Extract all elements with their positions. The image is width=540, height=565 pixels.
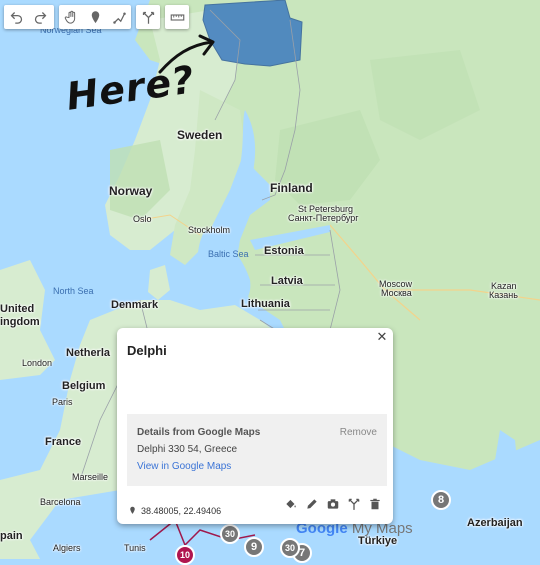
country-label-netherlands: Netherla bbox=[66, 347, 111, 359]
select-hand-button[interactable] bbox=[59, 5, 83, 29]
country-label-denmark: Denmark bbox=[111, 299, 159, 311]
details-panel: Details from Google Maps Remove Delphi 3… bbox=[127, 414, 387, 486]
country-label-latvia: Latvia bbox=[271, 275, 303, 287]
camera-icon bbox=[327, 499, 339, 509]
country-label-spain: pain bbox=[0, 530, 23, 542]
map-cluster-pin[interactable]: 9 bbox=[244, 537, 264, 557]
undo-icon bbox=[10, 11, 22, 24]
add-marker-button[interactable] bbox=[83, 5, 107, 29]
country-label-united-2: ingdom bbox=[0, 316, 40, 328]
country-label-lithuania: Lithuania bbox=[241, 298, 290, 310]
delete-button[interactable] bbox=[367, 496, 383, 512]
add-photo-button[interactable] bbox=[325, 496, 341, 512]
city-label-paris: Paris bbox=[52, 397, 73, 407]
city-label-stockholm: Stockholm bbox=[188, 225, 231, 235]
country-label-norway: Norway bbox=[109, 184, 153, 198]
country-label-belgium: Belgium bbox=[62, 380, 106, 392]
directions-button[interactable] bbox=[346, 496, 362, 512]
undo-button[interactable] bbox=[4, 5, 28, 29]
remove-details-button[interactable]: Remove bbox=[340, 427, 377, 438]
close-button[interactable]: ✕ bbox=[375, 330, 389, 344]
city-label-oslo: Oslo bbox=[133, 214, 152, 224]
card-actions bbox=[283, 496, 383, 512]
country-label-sweden: Sweden bbox=[177, 128, 223, 142]
ruler-icon bbox=[170, 13, 184, 21]
draw-line-button[interactable] bbox=[107, 5, 131, 29]
draw-line-icon bbox=[112, 12, 126, 24]
directions-icon bbox=[348, 498, 360, 510]
city-label-tunis: Tunis bbox=[124, 543, 146, 553]
sea-label-baltic: Baltic Sea bbox=[208, 249, 249, 259]
location-pin-icon bbox=[130, 506, 135, 514]
history-toolbar bbox=[4, 5, 54, 29]
sea-label-north: North Sea bbox=[53, 286, 94, 296]
style-button[interactable] bbox=[283, 496, 299, 512]
measure-button[interactable] bbox=[165, 5, 189, 29]
city-label-st-petersburg-ru: Санкт-Петербург bbox=[288, 213, 359, 223]
view-in-google-maps-link[interactable]: View in Google Maps bbox=[137, 461, 231, 472]
directions-icon bbox=[142, 11, 154, 24]
redo-button[interactable] bbox=[28, 5, 52, 29]
place-address: Delphi 330 54, Greece bbox=[137, 444, 238, 455]
map-cluster-pin[interactable]: 10 bbox=[175, 545, 195, 565]
redo-icon bbox=[34, 11, 46, 24]
edit-icon bbox=[307, 499, 317, 509]
details-heading: Details from Google Maps bbox=[137, 427, 261, 438]
map-cluster-pin[interactable]: 30 bbox=[280, 538, 300, 558]
paint-bucket-icon bbox=[286, 499, 296, 509]
marker-icon bbox=[91, 10, 99, 23]
place-title: Delphi bbox=[127, 343, 167, 358]
coordinates-text: 38.48005, 22.49406 bbox=[141, 505, 222, 516]
city-label-marseille: Marseille bbox=[72, 472, 109, 482]
city-label-london: London bbox=[22, 358, 53, 368]
country-label-azerbaijan: Azerbaijan bbox=[467, 517, 523, 529]
country-label-france: France bbox=[45, 436, 82, 448]
city-label-algiers: Algiers bbox=[53, 543, 81, 553]
city-label-barcelona: Barcelona bbox=[40, 497, 81, 507]
directions-toolbar bbox=[136, 5, 160, 29]
map-cluster-pin[interactable]: 30 bbox=[220, 524, 240, 544]
delete-icon bbox=[370, 498, 380, 510]
country-label-finland: Finland bbox=[270, 181, 313, 195]
map-cluster-pin[interactable]: 8 bbox=[431, 490, 451, 510]
add-directions-button[interactable] bbox=[136, 5, 160, 29]
city-label-kazan-ru: Казань bbox=[489, 290, 518, 300]
place-info-card: ✕ Delphi Details from Google Maps Remove… bbox=[117, 328, 393, 524]
tools-toolbar bbox=[59, 5, 131, 29]
city-label-moscow-ru: Москва bbox=[381, 288, 412, 298]
edit-button[interactable] bbox=[304, 496, 320, 512]
ruler-toolbar bbox=[165, 5, 189, 29]
hand-icon bbox=[64, 10, 75, 24]
coordinates-row: 38.48005, 22.49406 bbox=[128, 505, 221, 516]
country-label-united-1: United bbox=[0, 303, 35, 315]
country-label-estonia: Estonia bbox=[264, 245, 304, 257]
